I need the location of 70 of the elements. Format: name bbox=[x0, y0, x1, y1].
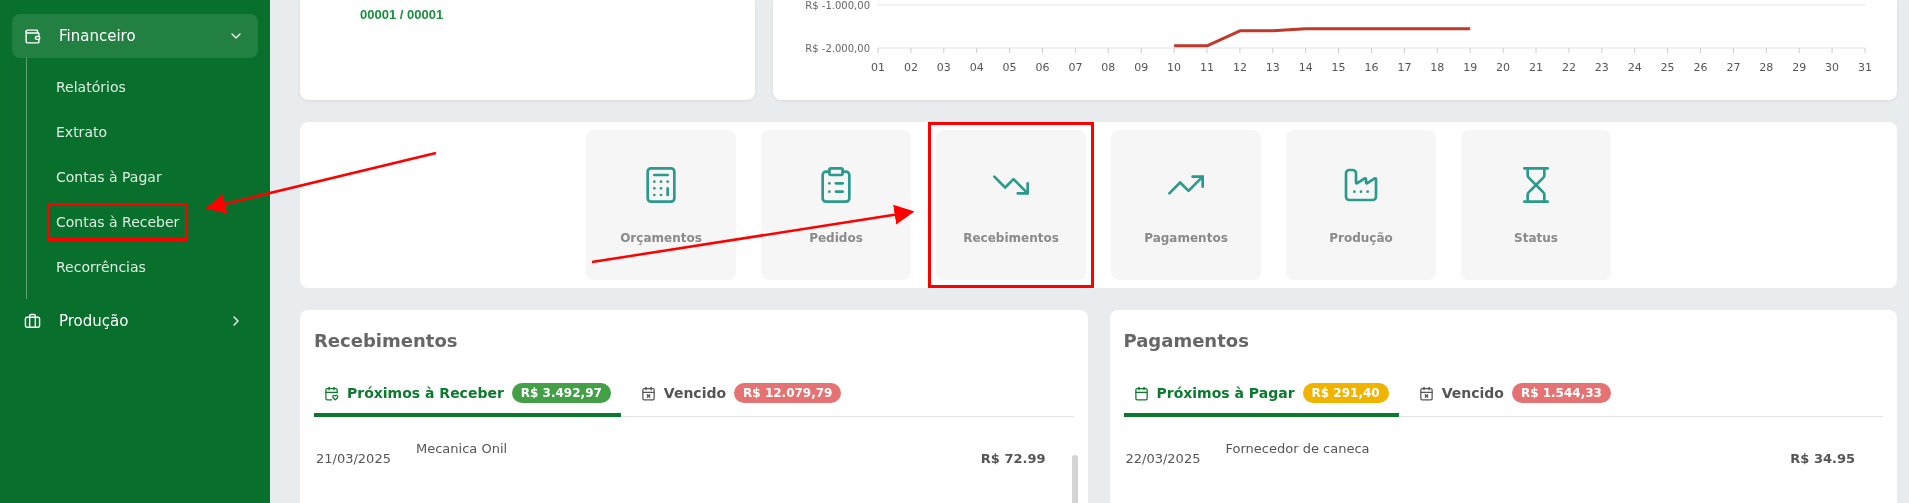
x-tick-label: 04 bbox=[969, 61, 984, 74]
x-tick-label: 24 bbox=[1627, 61, 1642, 74]
row-amount: R$ 34.95 bbox=[1790, 451, 1855, 466]
counter-text: 00001 / 00001 bbox=[360, 7, 444, 22]
menu-item[interactable]: Contas à Pagar bbox=[56, 168, 162, 185]
menu-item[interactable]: Relatórios bbox=[56, 78, 126, 95]
calendar-heart-icon bbox=[324, 385, 339, 401]
row-amount: R$ 72.99 bbox=[980, 451, 1046, 466]
shortcut-tile[interactable]: Recebimentos bbox=[936, 130, 1086, 280]
x-tick-label: 26 bbox=[1693, 61, 1708, 74]
x-tick-label: 09 bbox=[1134, 61, 1149, 74]
menu-item[interactable]: Contas à Receber bbox=[56, 213, 180, 230]
x-tick-label: 17 bbox=[1397, 61, 1412, 74]
x-tick-label: 08 bbox=[1101, 61, 1116, 74]
shortcut-tile[interactable]: Pedidos bbox=[761, 130, 911, 280]
x-tick-label: 02 bbox=[903, 61, 918, 74]
x-tick-label: 06 bbox=[1035, 61, 1050, 74]
shortcut-tile[interactable]: Pagamentos bbox=[1111, 130, 1261, 280]
amount-badge: R$ 3.492,97 bbox=[511, 383, 611, 403]
amount-badge: R$ 12.079,79 bbox=[734, 383, 842, 403]
briefcase-icon bbox=[24, 312, 41, 330]
scrollbar[interactable] bbox=[1071, 455, 1078, 503]
x-tick-label: 11 bbox=[1200, 61, 1214, 74]
row-name: Mecanica Onil bbox=[416, 441, 509, 456]
y-tick-label: R$ -2.000,00 bbox=[805, 43, 870, 54]
x-tick-label: 30 bbox=[1825, 61, 1840, 74]
x-tick-label: 22 bbox=[1561, 61, 1576, 74]
wallet-icon bbox=[24, 27, 41, 45]
tab[interactable]: Próximos à Receber R$ 3.492,97 bbox=[314, 377, 621, 417]
row-name: Fornecedor de caneca bbox=[1225, 441, 1371, 456]
x-tick-label: 21 bbox=[1529, 61, 1543, 74]
shortcut-tile[interactable]: Orçamentos bbox=[586, 130, 736, 280]
x-tick-label: 25 bbox=[1660, 61, 1675, 74]
x-tick-label: 18 bbox=[1430, 61, 1445, 74]
menu-item[interactable]: Extrato bbox=[56, 123, 107, 140]
calendar-icon bbox=[1133, 385, 1149, 401]
x-tick-label: 27 bbox=[1726, 61, 1741, 74]
shortcut-tile[interactable]: Status bbox=[1461, 130, 1611, 280]
x-tick-label: 19 bbox=[1463, 61, 1478, 74]
x-tick-label: 03 bbox=[936, 61, 951, 74]
x-tick-label: 16 bbox=[1364, 61, 1379, 74]
tab[interactable]: Próximos à Pagar R$ 291,40 bbox=[1123, 377, 1399, 417]
calendar-x-icon bbox=[1418, 385, 1434, 401]
row-date: 22/03/2025 bbox=[1125, 451, 1202, 466]
panel-title: Recebimentos bbox=[314, 330, 459, 351]
row-date: 21/03/2025 bbox=[316, 451, 392, 466]
calendar-x-icon bbox=[640, 385, 656, 401]
x-tick-label: 07 bbox=[1068, 61, 1083, 74]
amount-badge: R$ 1.544,33 bbox=[1511, 383, 1611, 403]
x-tick-label: 12 bbox=[1232, 61, 1247, 74]
menu-item[interactable]: Recorrências bbox=[56, 258, 146, 275]
tab[interactable]: Vencido R$ 12.079,79 bbox=[630, 377, 852, 417]
x-tick-label: 28 bbox=[1759, 61, 1774, 74]
x-tick-label: 15 bbox=[1331, 61, 1346, 74]
amount-badge: R$ 291,40 bbox=[1302, 383, 1389, 403]
x-tick-label: 23 bbox=[1594, 61, 1609, 74]
tab[interactable]: Vencido R$ 1.544,33 bbox=[1408, 377, 1621, 417]
x-tick-label: 01 bbox=[871, 61, 885, 74]
x-tick-label: 31 bbox=[1858, 61, 1872, 74]
menu-group[interactable]: Financeiro bbox=[12, 14, 258, 58]
x-tick-label: 29 bbox=[1792, 61, 1807, 74]
menu-group[interactable]: Produção bbox=[12, 299, 258, 343]
x-tick-label: 05 bbox=[1002, 61, 1017, 74]
y-tick-label: R$ -1.000,00 bbox=[805, 0, 870, 11]
panel-title: Pagamentos bbox=[1123, 330, 1250, 351]
x-tick-label: 10 bbox=[1167, 61, 1182, 74]
x-tick-label: 20 bbox=[1496, 61, 1511, 74]
x-tick-label: 14 bbox=[1298, 61, 1313, 74]
shortcut-tile[interactable]: Produção bbox=[1286, 130, 1436, 280]
x-tick-label: 13 bbox=[1265, 61, 1280, 74]
